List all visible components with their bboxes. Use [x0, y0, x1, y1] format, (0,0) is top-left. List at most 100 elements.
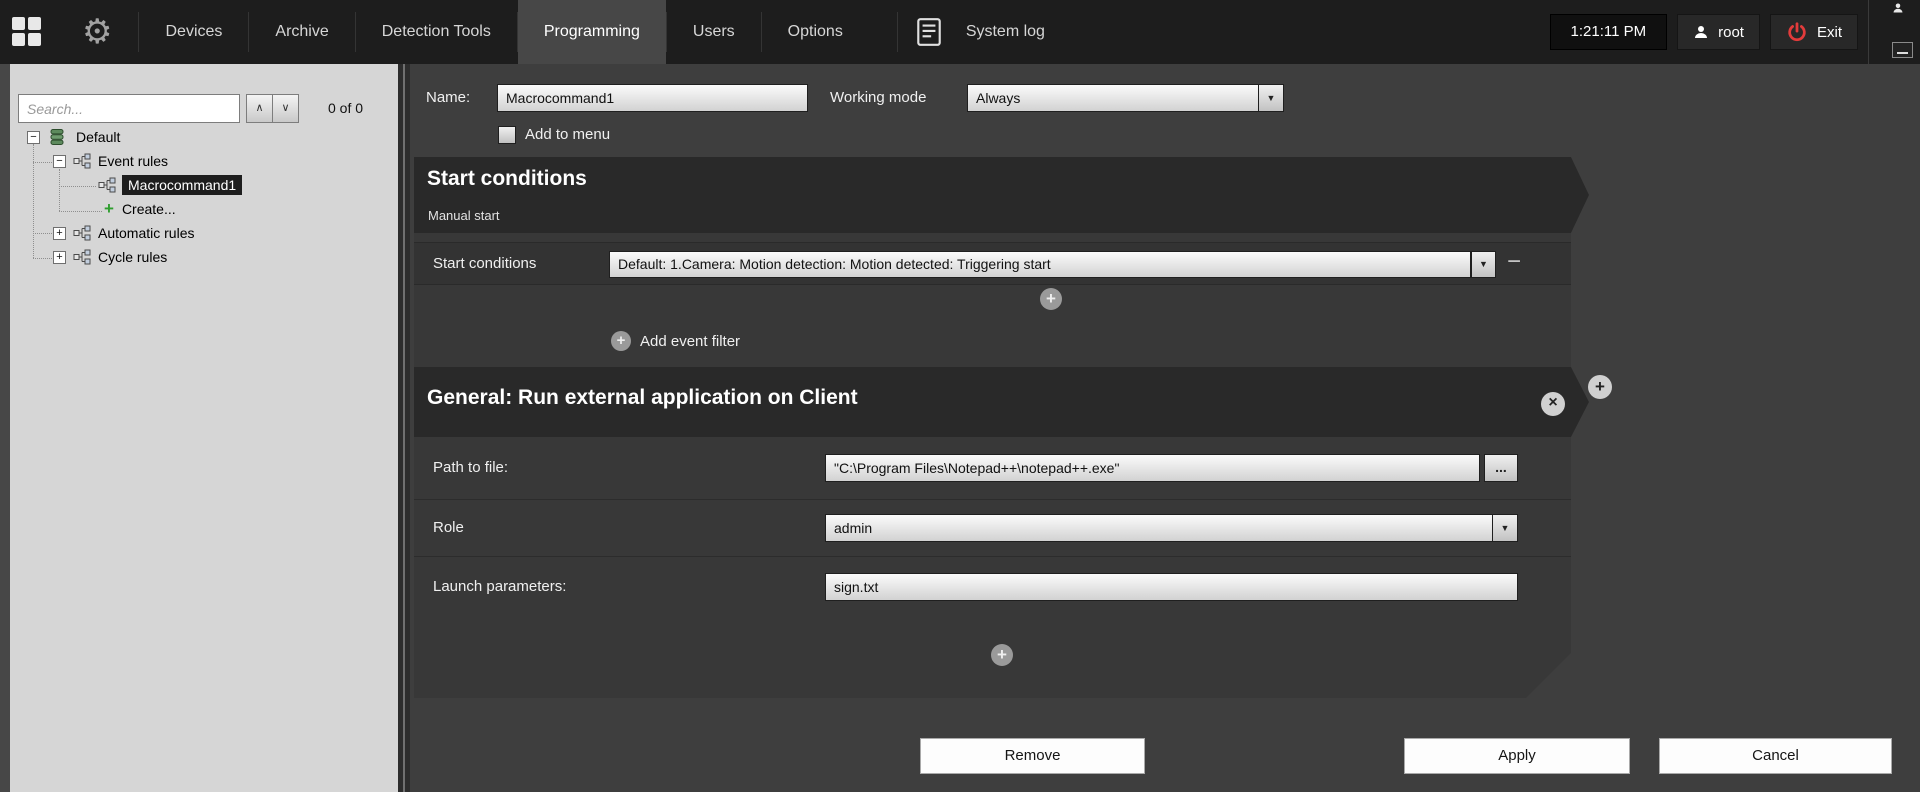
start-condition-row: Start conditions Default: 1.Camera: Moti… [414, 242, 1571, 285]
expander-open-icon[interactable]: − [53, 155, 66, 168]
tree-label-default: Default [76, 129, 120, 145]
tree-item-automatic-rules[interactable]: + Automatic rules [53, 222, 194, 244]
browse-button[interactable]: ... [1484, 454, 1518, 482]
exit-button[interactable]: Exit [1770, 14, 1858, 50]
menu-archive[interactable]: Archive [249, 0, 354, 64]
dropdown-arrow-icon: ▼ [1501, 523, 1510, 533]
name-label: Name: [426, 84, 470, 112]
add-to-menu-checkbox[interactable] [498, 126, 516, 144]
settings-gear-icon[interactable]: ⚙ [82, 0, 112, 64]
menu-detection-tools[interactable]: Detection Tools [356, 0, 517, 64]
search-prev-button[interactable]: ∧ [246, 94, 273, 123]
tree-guide-line [59, 186, 96, 187]
cancel-button[interactable]: Cancel [1659, 738, 1892, 774]
role-dropdown-button[interactable]: ▼ [1492, 514, 1518, 542]
add-action-button[interactable]: + [991, 644, 1013, 666]
working-mode-dropdown-button[interactable]: ▼ [1258, 84, 1284, 112]
tree-item-create[interactable]: + Create... [104, 198, 176, 220]
splitter-grip [403, 64, 405, 792]
sidebar-splitter[interactable] [398, 64, 410, 792]
search-next-button[interactable]: ∨ [272, 94, 299, 123]
tree-label-automatic-rules: Automatic rules [98, 225, 194, 241]
power-icon [1786, 21, 1808, 43]
expander-open-icon[interactable]: − [27, 131, 40, 144]
path-input[interactable] [825, 454, 1480, 482]
dropdown-arrow-icon: ▼ [1267, 93, 1276, 103]
role-select[interactable]: admin [825, 514, 1493, 542]
system-log-icon[interactable] [898, 17, 952, 47]
tree-item-event-rules[interactable]: − Event rules [53, 150, 168, 172]
apps-grid-icon[interactable] [12, 17, 42, 47]
close-icon: × [1548, 394, 1557, 411]
chevron-down-icon: ∨ [281, 102, 289, 114]
plus-icon: + [997, 645, 1007, 664]
expander-closed-icon[interactable]: + [53, 227, 66, 240]
plus-icon: + [1595, 377, 1605, 396]
menu-programming[interactable]: Programming [518, 0, 666, 64]
apply-button[interactable]: Apply [1404, 738, 1630, 774]
rule-branch-icon [73, 225, 91, 241]
tree-label-cycle-rules: Cycle rules [98, 249, 167, 265]
plus-icon: + [611, 331, 631, 351]
action-section-title: General: Run external application on Cli… [427, 386, 858, 410]
role-label: Role [433, 514, 464, 542]
ellipsis-icon: ... [1495, 459, 1507, 475]
current-user-label: root [1718, 24, 1744, 41]
mini-user-icon [1892, 1, 1904, 19]
macro-body-panel: Start conditions Manual start Start cond… [414, 157, 1589, 698]
tree-item-macrocommand1[interactable]: Macrocommand1 [98, 174, 242, 196]
working-mode-select[interactable]: Always [967, 84, 1259, 112]
menu-users[interactable]: Users [667, 0, 761, 64]
rules-tree-panel: ∧ ∨ 0 of 0 − Default − [10, 64, 398, 792]
menu-options[interactable]: Options [762, 0, 869, 64]
add-event-filter-label: Add event filter [640, 333, 740, 350]
start-conditions-header: Start conditions Manual start [414, 157, 1589, 233]
tree-item-cycle-rules[interactable]: + Cycle rules [53, 246, 167, 268]
search-counter: 0 of 0 [328, 94, 363, 123]
left-edge-strip [0, 64, 10, 792]
rule-branch-icon [73, 153, 91, 169]
add-to-menu-label: Add to menu [525, 126, 610, 144]
window-controls [1868, 0, 1920, 64]
expander-closed-icon[interactable]: + [53, 251, 66, 264]
tree-guide-line [59, 211, 102, 212]
start-conditions-row-label: Start conditions [433, 243, 536, 284]
macro-name-input[interactable] [497, 84, 808, 112]
clock: 1:21:11 PM [1550, 14, 1668, 50]
search-input[interactable] [18, 94, 240, 123]
launch-params-label: Launch parameters: [433, 573, 566, 601]
path-row: Path to file: ... [414, 437, 1571, 500]
start-conditions-title: Start conditions [427, 167, 587, 191]
tree-guide-line [33, 162, 52, 163]
menu-devices[interactable]: Devices [139, 0, 248, 64]
rule-branch-icon [98, 177, 116, 193]
remove-condition-button[interactable]: − [1507, 248, 1521, 276]
tree-item-default[interactable]: − Default [27, 126, 120, 148]
add-section-button[interactable]: + [1588, 375, 1612, 399]
server-database-icon [48, 127, 68, 147]
remove-action-button[interactable]: × [1541, 392, 1565, 416]
add-event-filter-button[interactable]: + Add event filter [611, 331, 740, 351]
user-icon [1693, 24, 1709, 40]
start-condition-dropdown-button[interactable]: ▼ [1471, 251, 1496, 278]
create-plus-icon: + [104, 202, 114, 216]
top-bar: ⚙ Devices Archive Detection Tools Progra… [0, 0, 1920, 64]
menu-system-log[interactable]: System log [952, 0, 1071, 64]
launch-params-row: Launch parameters: [414, 557, 1571, 614]
launch-params-input[interactable] [825, 573, 1518, 601]
add-condition-button[interactable]: + [1040, 288, 1062, 310]
tree-guide-line [33, 233, 52, 234]
role-row: Role admin ▼ [414, 500, 1571, 557]
start-condition-select[interactable]: Default: 1.Camera: Motion detection: Mot… [609, 251, 1471, 278]
remove-button[interactable]: Remove [920, 738, 1145, 774]
rule-branch-icon [73, 249, 91, 265]
minimize-button[interactable] [1892, 42, 1913, 58]
tree-guide-line [59, 169, 60, 211]
manual-start-subtitle: Manual start [428, 208, 500, 223]
tree-label-create: Create... [122, 201, 176, 217]
system-log-glyph [916, 17, 942, 47]
tree-label-macrocommand1-selected: Macrocommand1 [122, 175, 242, 195]
plus-icon: + [1046, 289, 1056, 308]
current-user-button[interactable]: root [1677, 14, 1760, 50]
chevron-up-icon: ∧ [255, 102, 263, 114]
